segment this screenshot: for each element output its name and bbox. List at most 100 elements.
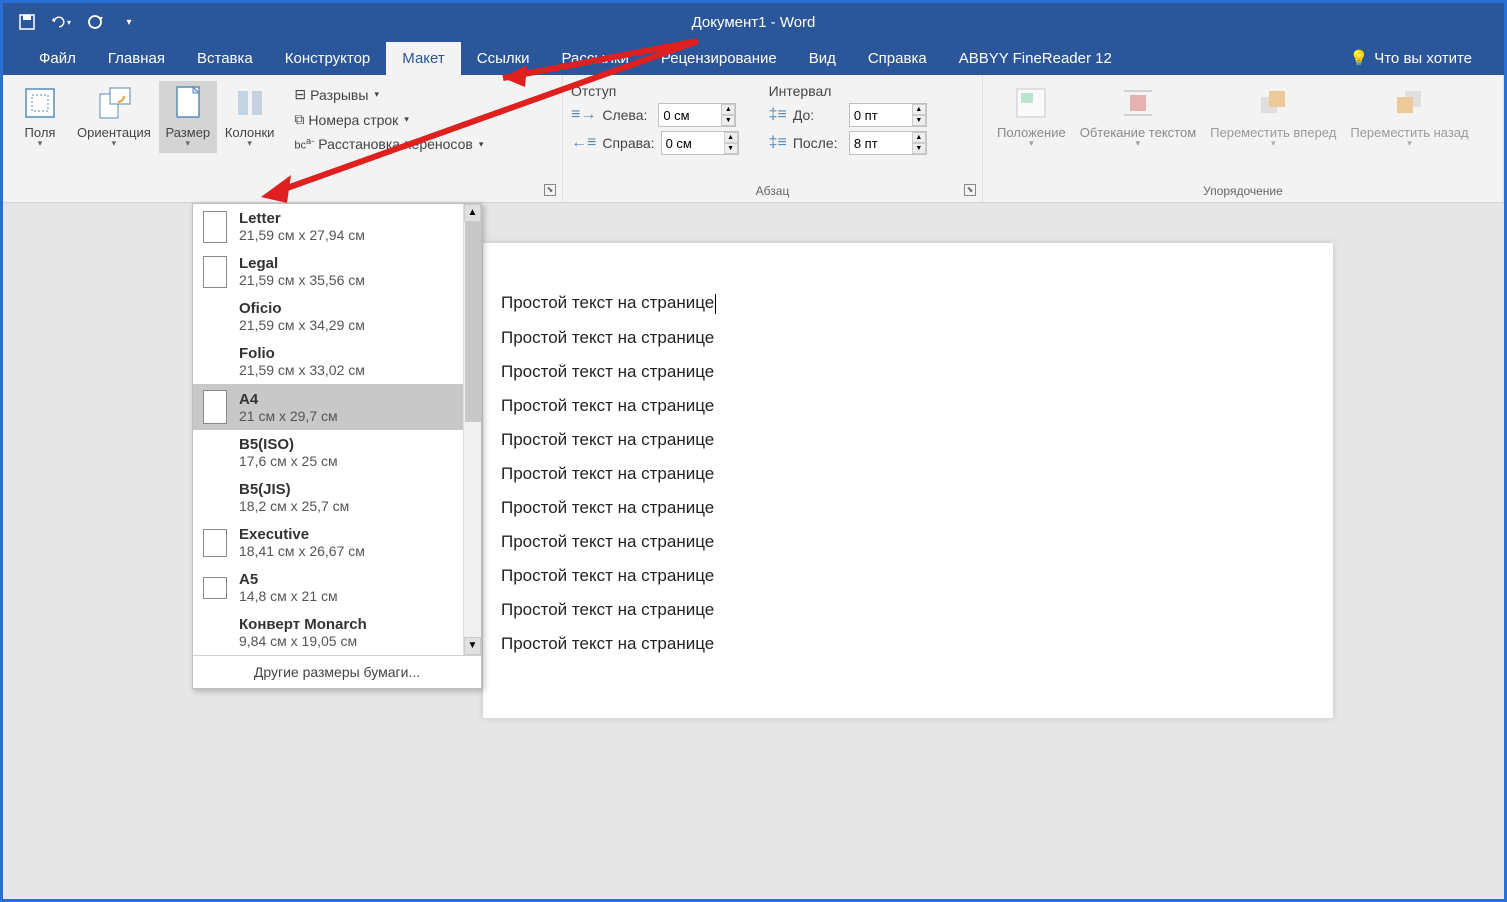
size-option-monarch[interactable]: Конверт Monarch9,84 см x 19,05 см	[193, 610, 481, 655]
hyphenation-icon: bca-	[294, 136, 314, 152]
tab-ссылки[interactable]: Ссылки	[461, 42, 546, 75]
tab-конструктор[interactable]: Конструктор	[269, 42, 387, 75]
page-icon	[203, 577, 227, 599]
save-icon[interactable]	[17, 12, 37, 32]
size-name: Legal	[239, 255, 365, 272]
size-dimensions: 21,59 см x 34,29 см	[239, 317, 365, 333]
spin-down[interactable]: ▼	[912, 143, 926, 154]
spin-down[interactable]: ▼	[912, 115, 926, 126]
tab-вставка[interactable]: Вставка	[181, 42, 269, 75]
size-option-a4[interactable]: A421 см x 29,7 см	[193, 384, 481, 430]
spin-down[interactable]: ▼	[724, 143, 738, 154]
indent-heading: Отступ	[571, 83, 739, 99]
tab-макет[interactable]: Макет	[386, 42, 460, 75]
line-numbers-button[interactable]: ⧉Номера строк▾	[288, 108, 489, 131]
document-line[interactable]: Простой текст на странице	[501, 396, 1315, 416]
tell-me[interactable]: 💡Что вы хотите	[1338, 41, 1484, 75]
size-dimensions: 21,59 см x 35,56 см	[239, 272, 365, 288]
tab-рассылки[interactable]: Рассылки	[546, 42, 645, 75]
page-icon	[203, 211, 227, 243]
spacing-after-icon: ‡≡	[769, 134, 787, 152]
paragraph-launcher[interactable]: ⬊	[964, 184, 976, 196]
document-line[interactable]: Простой текст на странице	[501, 362, 1315, 382]
scroll-up-icon[interactable]: ▲	[464, 204, 481, 222]
size-name: Folio	[239, 345, 365, 362]
ribbon: Поля▾ Ориентация▾ Размер▾ Колонки▾ ⊟Разр…	[3, 75, 1504, 203]
size-name: B5(JIS)	[239, 481, 349, 498]
margins-icon	[22, 85, 58, 121]
spacing-after-label: После:	[793, 135, 843, 151]
arrange-group-label: Упорядочение	[983, 184, 1503, 198]
spacing-heading: Интервал	[769, 83, 927, 99]
scroll-down-icon[interactable]: ▼	[464, 637, 481, 655]
size-option-a5[interactable]: A514,8 см x 21 см	[193, 565, 481, 610]
qat-customize-icon[interactable]: ▾	[119, 12, 139, 32]
document-line[interactable]: Простой текст на странице	[501, 464, 1315, 484]
size-dimensions: 21,59 см x 27,94 см	[239, 227, 365, 243]
size-button[interactable]: Размер▾	[159, 81, 217, 153]
spacing-before-icon: ‡≡	[769, 106, 787, 124]
breaks-button[interactable]: ⊟Разрывы▾	[288, 83, 489, 106]
size-option-oficio[interactable]: Oficio21,59 см x 34,29 см	[193, 294, 481, 339]
text-cursor	[715, 294, 716, 314]
size-option-letter[interactable]: Letter21,59 см x 27,94 см	[193, 204, 481, 249]
size-option-b5iso[interactable]: B5(ISO)17,6 см x 25 см	[193, 430, 481, 475]
lightbulb-icon: 💡	[1350, 49, 1369, 67]
indent-right-icon: ←≡	[571, 134, 596, 152]
tab-файл[interactable]: Файл	[23, 42, 92, 75]
spin-down[interactable]: ▼	[721, 115, 735, 126]
orientation-button[interactable]: Ориентация▾	[71, 81, 157, 153]
dropdown-scrollbar[interactable]: ▲ ▼	[463, 204, 481, 655]
more-paper-sizes[interactable]: Другие размеры бумаги...	[193, 655, 481, 688]
spin-up[interactable]: ▲	[721, 104, 735, 115]
spin-up[interactable]: ▲	[724, 132, 738, 143]
size-dimensions: 18,41 см x 26,67 см	[239, 543, 365, 559]
size-dimensions: 21,59 см x 33,02 см	[239, 362, 365, 378]
redo-icon[interactable]	[85, 12, 105, 32]
titlebar: ▾ ▾ Документ1 - Word	[3, 3, 1504, 41]
tab-справка[interactable]: Справка	[852, 42, 943, 75]
position-button[interactable]: Положение▾	[991, 81, 1072, 153]
bring-forward-button[interactable]: Переместить вперед▾	[1204, 81, 1342, 153]
page-setup-launcher[interactable]: ⬊	[544, 184, 556, 196]
position-icon	[1013, 85, 1049, 121]
size-name: Oficio	[239, 300, 365, 317]
tab-главная[interactable]: Главная	[92, 42, 181, 75]
indent-left-icon: ≡→	[571, 106, 596, 124]
size-dimensions: 17,6 см x 25 см	[239, 453, 338, 469]
document-line[interactable]: Простой текст на странице	[501, 498, 1315, 518]
document-line[interactable]: Простой текст на странице	[501, 566, 1315, 586]
document-line[interactable]: Простой текст на странице	[501, 634, 1315, 654]
columns-icon	[232, 85, 268, 121]
indent-right-label: Справа:	[602, 135, 654, 151]
spin-up[interactable]: ▲	[912, 104, 926, 115]
size-option-b5jis[interactable]: B5(JIS)18,2 см x 25,7 см	[193, 475, 481, 520]
tab-abbyy finereader 12[interactable]: ABBYY FineReader 12	[943, 42, 1128, 75]
document-line[interactable]: Простой текст на странице	[501, 430, 1315, 450]
columns-button[interactable]: Колонки▾	[219, 81, 281, 153]
tab-вид[interactable]: Вид	[793, 42, 852, 75]
breaks-icon: ⊟	[294, 86, 306, 103]
orientation-icon	[96, 85, 132, 121]
size-option-executive[interactable]: Executive18,41 см x 26,67 см	[193, 520, 481, 565]
document-line[interactable]: Простой текст на странице	[501, 293, 1315, 314]
document-line[interactable]: Простой текст на странице	[501, 532, 1315, 552]
wrap-text-button[interactable]: Обтекание текстом▾	[1074, 81, 1202, 153]
spin-up[interactable]: ▲	[912, 132, 926, 143]
size-option-legal[interactable]: Legal21,59 см x 35,56 см	[193, 249, 481, 294]
send-backward-button[interactable]: Переместить назад▾	[1344, 81, 1474, 153]
page-icon	[203, 529, 227, 557]
undo-icon[interactable]: ▾	[51, 12, 71, 32]
scroll-thumb[interactable]	[465, 222, 481, 422]
size-name: A5	[239, 571, 338, 588]
size-option-folio[interactable]: Folio21,59 см x 33,02 см	[193, 339, 481, 384]
document-line[interactable]: Простой текст на странице	[501, 328, 1315, 348]
document-page[interactable]: Простой текст на странице Простой текст н…	[483, 243, 1333, 718]
size-name: Конверт Monarch	[239, 616, 367, 633]
margins-button[interactable]: Поля▾	[11, 81, 69, 153]
tab-рецензирование[interactable]: Рецензирование	[645, 42, 793, 75]
hyphenation-button[interactable]: bca-Расстановка переносов▾	[288, 133, 489, 155]
size-name: A4	[239, 391, 338, 408]
size-name: B5(ISO)	[239, 436, 338, 453]
document-line[interactable]: Простой текст на странице	[501, 600, 1315, 620]
